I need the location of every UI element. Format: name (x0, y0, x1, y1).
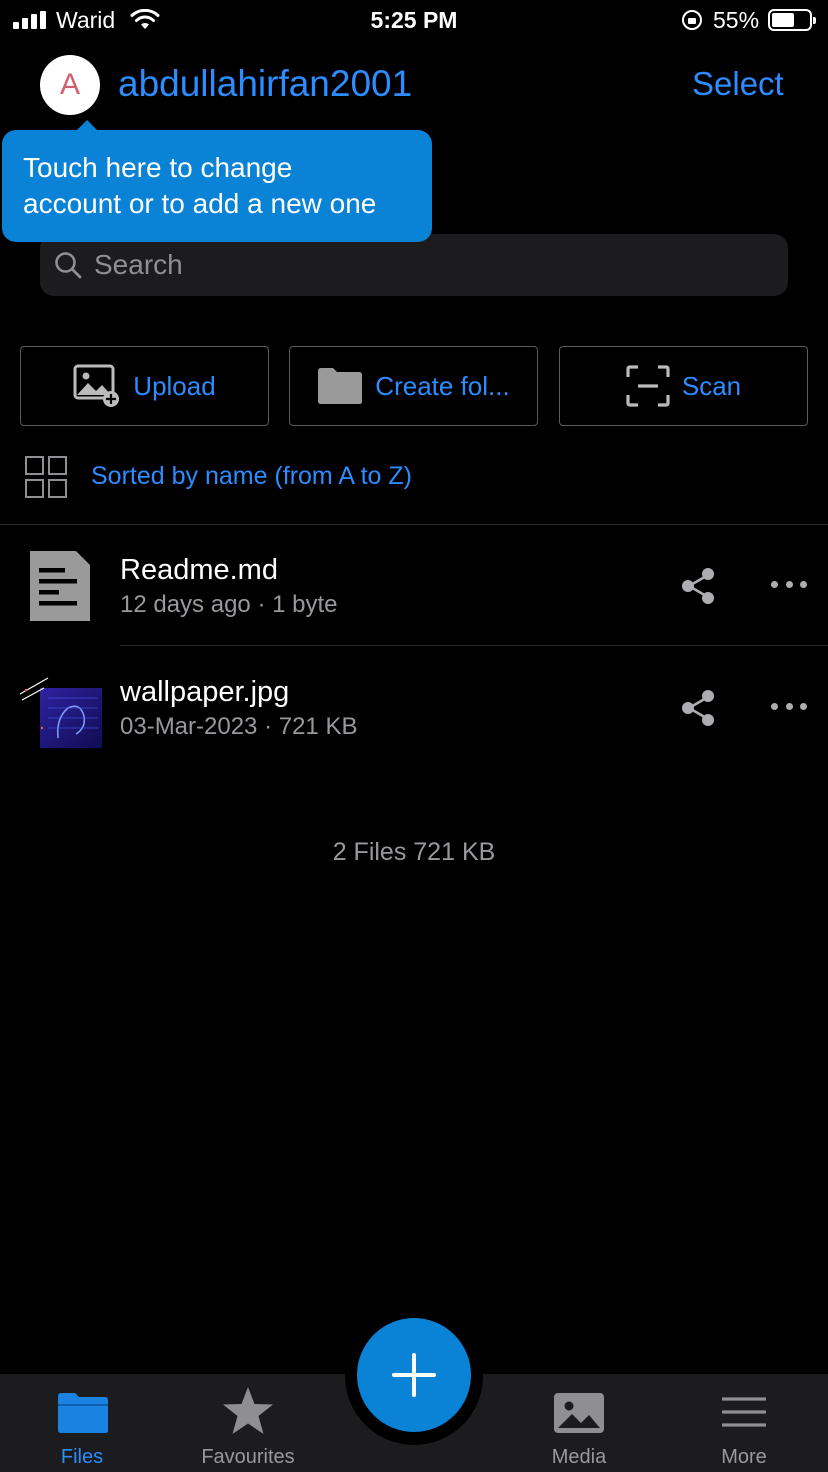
battery-icon (768, 9, 816, 31)
search-input[interactable] (94, 234, 774, 296)
file-name: Readme.md (120, 554, 278, 586)
orientation-lock-icon (682, 10, 702, 30)
image-thumbnail (18, 668, 102, 750)
folder-icon (58, 1393, 108, 1433)
create-folder-button[interactable]: Create fol... (289, 346, 538, 426)
account-name[interactable]: abdullahirfan2001 (118, 63, 412, 105)
scan-button[interactable]: Scan (559, 346, 808, 426)
status-bar: Warid 5:25 PM 55% (0, 0, 828, 44)
file-meta: 12 days ago · 1 byte (120, 591, 338, 618)
scan-icon (626, 365, 670, 407)
plus-icon (392, 1353, 436, 1397)
sort-order-button[interactable]: Sorted by name (from A to Z) (91, 462, 412, 491)
star-icon (223, 1387, 273, 1434)
share-icon[interactable] (681, 568, 715, 604)
tooltip-line-2: account or to add a new one (23, 188, 377, 219)
search-icon (55, 252, 82, 279)
clock: 5:25 PM (370, 7, 458, 33)
tab-favourites-label: Favourites (201, 1446, 295, 1468)
create-folder-label: Create fol... (375, 370, 510, 401)
tab-files-label: Files (60, 1446, 104, 1468)
file-name: wallpaper.jpg (120, 676, 290, 708)
image-icon (554, 1393, 604, 1433)
account-tooltip[interactable]: Touch here to change account or to add a… (2, 130, 432, 242)
tab-more-label: More (721, 1446, 767, 1468)
folder-icon (318, 368, 363, 404)
scan-label: Scan (681, 370, 742, 401)
upload-label: Upload (133, 370, 216, 401)
share-icon[interactable] (681, 690, 715, 726)
more-options-icon[interactable] (771, 703, 807, 713)
add-button[interactable] (357, 1318, 471, 1432)
more-options-icon[interactable] (771, 581, 807, 591)
files-summary: 2 Files 721 KB (332, 838, 496, 866)
tooltip-line-1: Touch here to change (23, 152, 293, 183)
battery-percent: 55% (713, 7, 760, 33)
image-upload-icon (73, 364, 120, 407)
grid-view-icon[interactable] (25, 456, 67, 498)
upload-button[interactable]: Upload (20, 346, 269, 426)
search-bar[interactable] (40, 234, 788, 296)
avatar[interactable]: A (40, 55, 100, 115)
tab-media-label: Media (551, 1446, 607, 1468)
document-icon (30, 551, 90, 621)
file-meta: 03-Mar-2023 · 721 KB (120, 713, 358, 740)
menu-icon (722, 1397, 766, 1427)
select-button[interactable]: Select (692, 65, 784, 103)
